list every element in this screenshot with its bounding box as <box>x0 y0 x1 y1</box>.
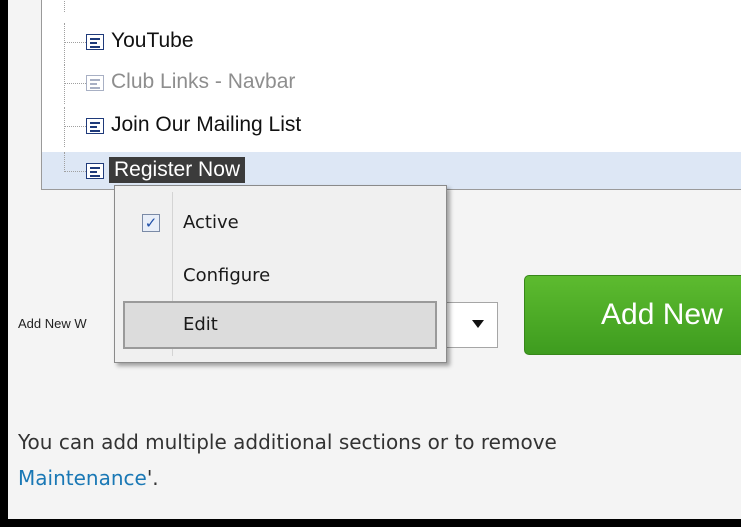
menu-item-active[interactable]: ✓ Active <box>123 199 437 247</box>
add-widget-label: Add New W <box>18 316 87 331</box>
document-icon <box>86 34 104 50</box>
menu-item-configure[interactable]: Configure <box>123 252 437 300</box>
info-text: You can add multiple additional sections… <box>18 424 738 496</box>
menu-item-label: Edit <box>183 314 218 335</box>
tree-item-label: Register Now <box>109 157 246 183</box>
dropdown-arrow-icon <box>472 320 484 328</box>
menu-item-label: Configure <box>183 265 271 286</box>
tree-item-label: YouTube <box>111 29 194 52</box>
menu-item-label: Active <box>183 212 239 233</box>
checkbox-checked-icon[interactable]: ✓ <box>142 214 160 232</box>
context-menu: ✓ Active Configure Edit <box>114 185 447 363</box>
tree-item-label: Club Links - Navbar <box>111 70 296 93</box>
document-icon <box>86 163 104 179</box>
menu-item-edit[interactable]: Edit <box>123 301 437 349</box>
widget-tree: YouTube Club Links - Navbar Join Our Mai… <box>41 0 741 190</box>
add-new-button[interactable]: Add New <box>524 275 741 355</box>
document-icon <box>86 75 104 91</box>
tree-item-club-links[interactable]: Club Links - Navbar <box>42 64 741 104</box>
page-frame: YouTube Club Links - Navbar Join Our Mai… <box>8 0 741 519</box>
document-icon <box>86 118 104 134</box>
tree-item-label: Join Our Mailing List <box>111 113 302 136</box>
info-line: You can add multiple additional sections… <box>18 430 557 454</box>
tree-item-youtube[interactable]: YouTube <box>42 23 741 63</box>
info-tail: '. <box>146 466 159 490</box>
maintenance-link[interactable]: Maintenance <box>18 466 147 490</box>
tree-row-partial <box>42 0 741 12</box>
tree-item-mailing-list[interactable]: Join Our Mailing List <box>42 107 741 147</box>
